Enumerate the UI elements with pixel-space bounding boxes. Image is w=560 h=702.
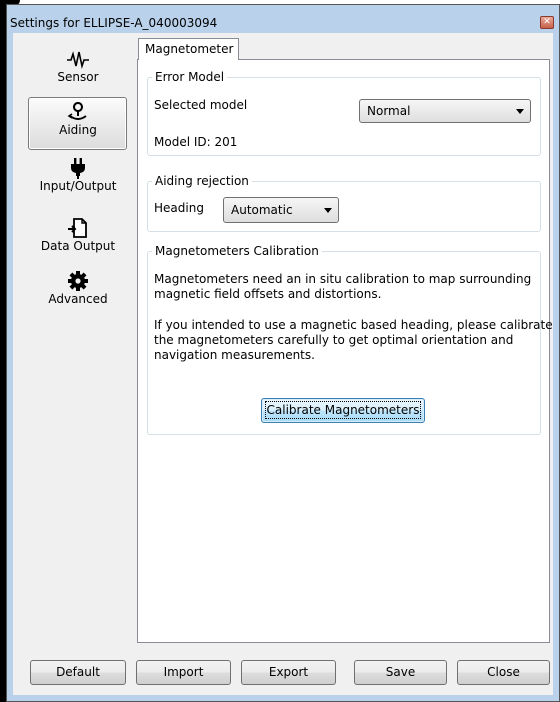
calibration-separator <box>153 381 535 382</box>
sidebar-item-sensor[interactable]: Sensor <box>28 48 128 84</box>
calibration-description-line: magnetic field offsets and distortions. <box>154 287 382 301</box>
model-id-text: Model ID: 201 <box>154 135 238 149</box>
window-title: Settings for ELLIPSE-A_040003094 <box>10 16 218 30</box>
calibration-group-title: Magnetometers Calibration <box>152 244 322 258</box>
calibration-warning-line: the magnetometers carefully to get optim… <box>154 333 514 347</box>
close-icon: ✕ <box>543 17 551 27</box>
calibration-description-line: Magnetometers need an in situ calibratio… <box>154 272 532 286</box>
calibration-warning-line: If you intended to use a magnetic based … <box>154 318 553 332</box>
sidebar-item-label: Sensor <box>57 70 99 84</box>
waveform-icon <box>28 48 128 70</box>
chevron-down-icon <box>324 208 332 213</box>
sidebar-item-aiding[interactable]: Aiding <box>28 101 128 137</box>
sidebar-item-input-output[interactable]: Input/Output <box>28 157 128 193</box>
close-button[interactable]: Close <box>457 660 550 685</box>
sidebar-item-data-output[interactable]: Data Output <box>28 217 128 253</box>
export-button[interactable]: Export <box>241 660 336 685</box>
sidebar-item-advanced[interactable]: Advanced <box>28 270 128 306</box>
heading-rejection-value: Automatic <box>231 203 293 217</box>
aiding-rejection-group <box>147 181 541 232</box>
location-pin-icon <box>28 101 128 123</box>
sidebar-item-label: Data Output <box>40 239 116 253</box>
sidebar-item-label: Aiding <box>59 123 97 137</box>
aiding-rejection-group-title: Aiding rejection <box>152 174 252 188</box>
calibration-warning-line: navigation measurements. <box>154 348 315 362</box>
calibrate-magnetometers-button[interactable]: Calibrate Magnetometers <box>261 398 425 423</box>
tab-magnetometer[interactable]: Magnetometer <box>138 38 239 60</box>
chevron-down-icon <box>516 109 524 114</box>
heading-rejection-dropdown[interactable]: Automatic <box>223 197 339 223</box>
error-model-group-title: Error Model <box>152 70 228 84</box>
selected-model-value: Normal <box>367 104 411 118</box>
save-button[interactable]: Save <box>354 660 447 685</box>
sidebar-item-label: Advanced <box>48 292 108 306</box>
selected-model-dropdown[interactable]: Normal <box>359 99 531 123</box>
sidebar-item-label: Input/Output <box>39 179 117 193</box>
gear-icon <box>28 270 128 292</box>
import-button[interactable]: Import <box>136 660 231 685</box>
default-button[interactable]: Default <box>30 660 126 685</box>
close-window-button[interactable]: ✕ <box>540 16 554 29</box>
error-model-separator <box>152 128 534 129</box>
plug-icon <box>28 157 128 179</box>
heading-label: Heading <box>154 201 204 215</box>
document-arrow-icon <box>28 217 128 239</box>
selected-model-label: Selected model <box>154 98 248 112</box>
